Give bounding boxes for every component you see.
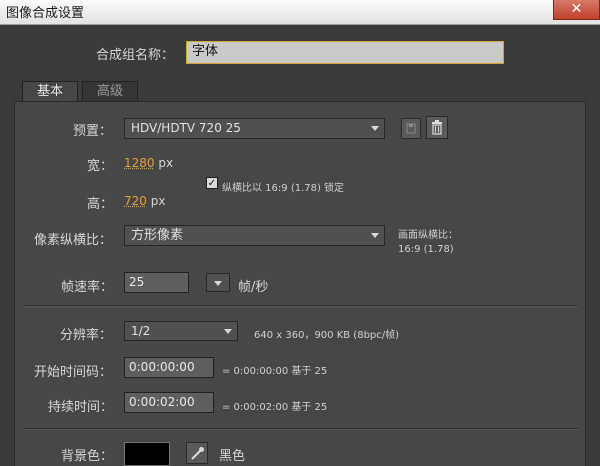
preset-dropdown[interactable]: HDV/HDTV 720 25 [124, 118, 385, 139]
width-label: 宽： [87, 159, 114, 174]
eyedropper-button[interactable] [186, 442, 208, 464]
separator [24, 305, 578, 307]
resolution-info: 640 x 360，900 KB (8bpc/帧) [254, 330, 400, 341]
frame-rate-dropdown[interactable] [206, 273, 230, 292]
frame-rate-input[interactable]: 25 [124, 272, 189, 293]
height-value: 720 [124, 194, 147, 208]
chevron-down-icon [224, 329, 232, 334]
delete-preset-button[interactable] [426, 116, 448, 139]
frame-aspect-label: 画面纵横比： [398, 230, 458, 241]
composition-name-input[interactable]: 字体 [186, 41, 504, 64]
chevron-down-icon [371, 126, 379, 131]
frame-aspect-value: 16:9 (1.78) [398, 244, 454, 255]
width-unit: px [158, 156, 174, 170]
save-preset-button[interactable] [401, 118, 421, 139]
preset-label: 预置： [73, 124, 113, 139]
close-button[interactable]: ✕ [553, 0, 600, 20]
pixel-aspect-value: 方形像素 [131, 228, 184, 243]
height-field[interactable]: 720 px [124, 194, 165, 208]
height-unit: px [150, 194, 166, 208]
background-color-swatch[interactable] [124, 442, 170, 466]
background-color-name: 黑色 [219, 449, 246, 464]
lock-aspect-label: 纵横比以 16:9 (1.78) 锁定 [222, 183, 345, 194]
width-value: 1280 [124, 156, 155, 170]
chevron-down-icon [371, 233, 379, 238]
tab-basic[interactable]: 基本 [22, 81, 78, 101]
tab-advanced[interactable]: 高级 [82, 81, 138, 101]
pixel-aspect-dropdown[interactable]: 方形像素 [124, 225, 385, 246]
composition-name-label: 合成组名称： [96, 48, 175, 63]
lock-aspect-checkbox[interactable]: ✓ [206, 177, 218, 189]
separator [24, 428, 578, 430]
close-icon: ✕ [570, 1, 583, 17]
start-timecode-input[interactable]: 0:00:00:00 [124, 357, 214, 378]
duration-info: = 0:00:02:00 基于 25 [222, 402, 328, 413]
title-bar [0, 0, 600, 25]
background-color-label: 背景色： [61, 449, 114, 464]
resolution-dropdown[interactable]: 1/2 [124, 321, 238, 341]
start-timecode-label: 开始时间码： [34, 365, 113, 380]
resolution-label: 分辨率： [60, 328, 113, 343]
trash-icon [432, 120, 442, 135]
pixel-aspect-label: 像素纵横比： [34, 233, 113, 248]
eyedropper-icon [191, 447, 204, 460]
window-title: 图像合成设置 [6, 6, 85, 21]
duration-input[interactable]: 0:00:02:00 [124, 392, 214, 413]
height-label: 高： [87, 197, 114, 212]
chevron-down-icon [214, 281, 222, 286]
resolution-value: 1/2 [131, 324, 151, 338]
duration-label: 持续时间： [48, 400, 114, 415]
preset-value: HDV/HDTV 720 25 [131, 121, 241, 135]
frame-rate-unit: 帧/秒 [238, 280, 269, 295]
width-field[interactable]: 1280 px [124, 156, 173, 170]
save-icon [406, 123, 416, 134]
frame-rate-label: 帧速率： [61, 280, 114, 295]
start-timecode-info: = 0:00:00:00 基于 25 [222, 366, 328, 377]
